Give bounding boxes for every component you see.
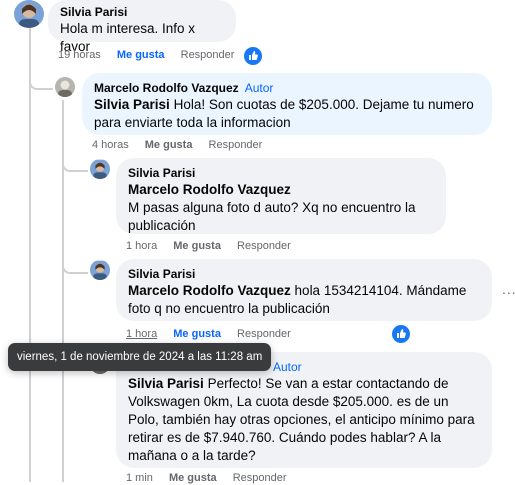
more-options-icon[interactable]: ... [502,281,515,297]
profile-photo-icon [14,0,44,28]
comment-bubble: Marcelo Rodolfo Vazquez Autor Silvia Pari… [82,73,492,135]
comment-bubble: Silvia Parisi Marcelo Rodolfo Vazquez M … [116,158,446,234]
like-link[interactable]: Me gusta [117,49,165,61]
comment-author[interactable]: Marcelo Rodolfo Vazquez [94,81,239,95]
thumbs-up-icon [249,51,258,60]
mention[interactable]: Marcelo Rodolfo Vazquez [128,181,434,199]
thumbs-up-icon [397,329,406,338]
comment-author[interactable]: Silvia Parisi [60,4,224,20]
thread-curve [29,72,53,90]
like-reaction-icon[interactable] [392,325,410,343]
thread-curve [62,256,88,274]
comment-author[interactable]: Silvia Parisi [128,165,434,181]
mention[interactable]: Silvia Parisi [94,97,170,112]
reply-link[interactable]: Responder [233,472,287,484]
comment-actions: 1 hora Me gusta Responder [126,239,304,253]
reply-link[interactable]: Responder [237,328,291,340]
thread-line-main [29,28,31,482]
comment-text: M pasas alguna foto d auto? Xq no encuen… [128,200,416,233]
comment-timestamp[interactable]: 4 horas [92,139,129,151]
comment-text: Marcelo Rodolfo Vazquez hola 1534214104.… [128,283,467,316]
author-badge: Autor [273,360,302,374]
comment-timestamp[interactable]: 1 min [126,472,153,484]
thread-curve [62,154,88,172]
comment-author[interactable]: Silvia Parisi [128,266,480,282]
profile-photo-icon [55,77,75,97]
like-link[interactable]: Me gusta [173,328,221,340]
comment-actions: 4 horas Me gusta Responder [92,138,275,152]
mention[interactable]: Silvia Parisi [128,376,204,391]
comment-timestamp[interactable]: 19 horas [58,49,101,61]
comment-bubble: Silvia Parisi Hola m interesa. Info x fa… [48,0,236,54]
avatar[interactable] [90,260,110,280]
profile-photo-icon [90,260,110,280]
avatar[interactable] [14,0,44,28]
profile-photo-icon [90,159,110,179]
author-badge: Autor [244,81,274,95]
comment-bubble: Silvia Parisi Marcelo Rodolfo Vazquez ho… [116,259,492,321]
mention[interactable]: Marcelo Rodolfo Vazquez [128,283,291,298]
comment-actions: 19 horas Me gusta Responder [58,48,247,62]
comment-timestamp[interactable]: 1 hora [126,240,157,252]
reply-link[interactable]: Responder [237,240,291,252]
like-link[interactable]: Me gusta [173,240,221,252]
reply-link[interactable]: Responder [181,49,235,61]
comment-text: Silvia Parisi Perfecto! Se van a estar c… [128,376,475,463]
timestamp-tooltip: viernes, 1 de noviembre de 2024 a las 11… [8,343,272,371]
avatar[interactable] [55,77,75,97]
like-link[interactable]: Me gusta [145,139,193,151]
comment-text: Silvia Parisi Hola! Son cuotas de $205.0… [94,97,474,130]
comment-timestamp[interactable]: 1 hora [126,328,157,340]
comment-actions: 1 min Me gusta Responder [126,471,300,485]
avatar[interactable] [90,159,110,179]
reply-link[interactable]: Responder [209,139,263,151]
like-link[interactable]: Me gusta [169,472,217,484]
comment-actions: 1 hora Me gusta Responder [126,327,304,341]
like-reaction-icon[interactable] [244,47,262,65]
